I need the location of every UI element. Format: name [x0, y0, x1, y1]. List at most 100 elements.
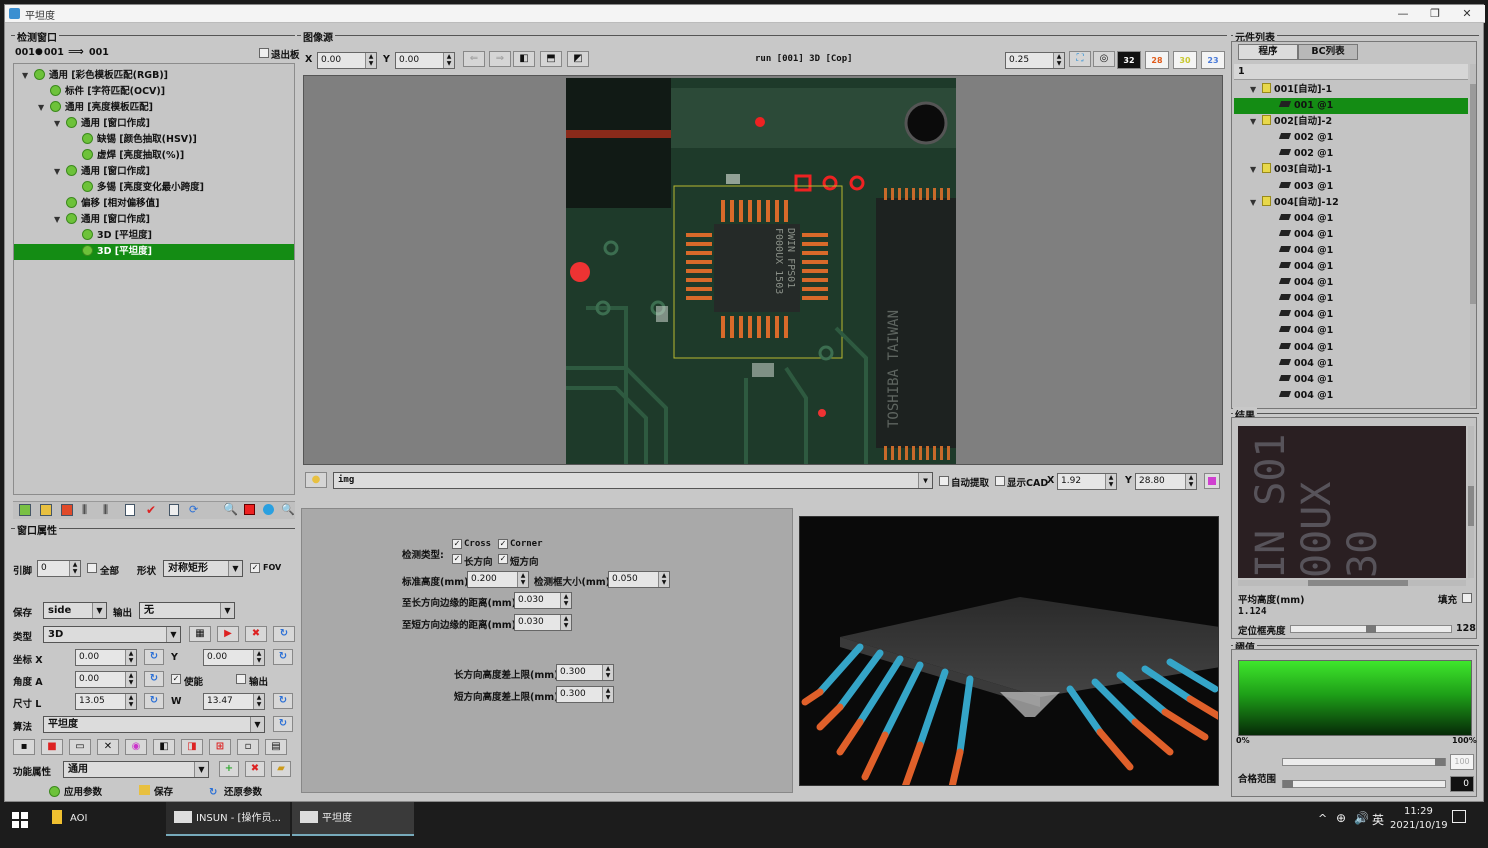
chevron-up-icon[interactable]: ^	[1318, 812, 1327, 825]
tree-item[interactable]: 偏移 [相对偏移值]	[14, 196, 294, 212]
expand-icon[interactable]: ▼	[22, 68, 34, 84]
comp-list-scrollbar[interactable]	[1470, 64, 1476, 406]
close-icon[interactable]: ✕	[1451, 5, 1483, 23]
bulb-icon[interactable]: ●	[305, 472, 327, 488]
refresh-icon[interactable]: ⟳	[189, 503, 198, 516]
func-select[interactable]: 通用 ▼	[63, 761, 209, 778]
layout-top-icon[interactable]: ⬒	[540, 51, 562, 67]
expand-icon[interactable]: ▼	[54, 164, 66, 180]
comp-row[interactable]: 004 @1	[1234, 227, 1468, 243]
cancel-button[interactable]: ✖	[245, 626, 267, 642]
tree-item[interactable]: ▼ 通用 [窗口作成]	[14, 212, 294, 228]
enable-checkbox[interactable]: ✓	[171, 674, 181, 684]
locate-slider[interactable]	[1290, 625, 1452, 633]
fill-checkbox[interactable]	[1462, 593, 1472, 603]
std-height-spinbox[interactable]: 0.200 ▲ ▼	[467, 571, 529, 588]
auto-extract-checkbox[interactable]	[939, 476, 949, 486]
tree-item[interactable]: 缺锡 [颜色抽取(HSV)]	[14, 132, 294, 148]
layout-left-icon[interactable]: ◧	[513, 51, 535, 67]
align-icon[interactable]: ⫼	[82, 503, 87, 517]
exit-board-checkbox[interactable]	[259, 48, 269, 58]
folder-func-button[interactable]: ▰	[271, 761, 291, 777]
add-window-icon[interactable]	[19, 504, 31, 516]
color-tool-icon[interactable]: ◉	[125, 739, 147, 755]
comp-row[interactable]: 004 @1	[1234, 372, 1468, 388]
expand-icon[interactable]: ▼	[54, 116, 66, 132]
algo-select[interactable]: 平坦度 ▼	[43, 716, 265, 733]
box-size-spinbox[interactable]: 0.050 ▲ ▼	[608, 571, 670, 588]
layer-tab[interactable]: 28	[1145, 51, 1169, 69]
restore-params-button[interactable]: ↻ 还原参数	[209, 784, 262, 798]
expand-icon[interactable]: ▼	[1250, 195, 1262, 211]
taskbar-item-aoi[interactable]: AOI	[44, 802, 162, 836]
record-tool-icon[interactable]: ■	[41, 739, 63, 755]
apply-params-button[interactable]: 应用参数	[49, 784, 102, 798]
short-limit-spinbox[interactable]: 0.300 ▲ ▼	[556, 686, 614, 703]
zoom-icon[interactable]: 🔍	[223, 502, 238, 516]
grid-tool-icon[interactable]: ▤	[265, 739, 287, 755]
expand-icon[interactable]: ▼	[1250, 114, 1262, 130]
tree-item[interactable]: ▼ 通用 [彩色模板匹配(RGB)]	[14, 68, 294, 84]
restore-icon[interactable]: ❐	[1419, 5, 1451, 23]
size-l-reset-button[interactable]: ↻	[144, 693, 164, 709]
taskbar-item-insun[interactable]: INSUN - [操作员...	[166, 802, 290, 836]
bw-tool-icon[interactable]: ◧	[153, 739, 175, 755]
comp-group-row[interactable]: ▼ 002[自动]-2	[1234, 114, 1468, 130]
target-icon[interactable]: ◎	[1093, 51, 1115, 67]
x-spinbox[interactable]: 0.00 ▲ ▼	[317, 52, 377, 69]
tree-item[interactable]: ▼ 通用 [窗口作成]	[14, 164, 294, 180]
network-icon[interactable]: ⊕	[1336, 811, 1346, 825]
result-vscroll[interactable]	[1468, 426, 1474, 578]
clipboard-icon[interactable]	[169, 504, 179, 516]
cross-checkbox[interactable]: ✓	[452, 539, 462, 549]
upper-slider[interactable]	[1282, 758, 1446, 766]
angle-spinbox[interactable]: 0.00 ▲ ▼	[75, 671, 137, 688]
save-params-button[interactable]: 保存	[139, 784, 173, 798]
layer-tab[interactable]: 30	[1173, 51, 1197, 69]
pass-slider[interactable]	[1282, 780, 1446, 788]
check-icon[interactable]: ✔	[146, 503, 156, 517]
tree-item[interactable]: 标件 [字符匹配(OCV)]	[14, 84, 294, 100]
remove-func-button[interactable]: ✖	[245, 761, 265, 777]
copy-icon[interactable]	[40, 504, 52, 516]
size-w-reset-button[interactable]: ↻	[273, 693, 293, 709]
layer-tab[interactable]: 23	[1201, 51, 1225, 69]
notification-icon[interactable]	[1452, 810, 1466, 823]
arrow-right-icon[interactable]: ⇒	[489, 51, 511, 67]
angle-reset-button[interactable]: ↻	[144, 671, 164, 687]
ime-indicator[interactable]: 英	[1372, 811, 1384, 828]
rect-tool-icon[interactable]: ▭	[69, 739, 91, 755]
short-edge-spinbox[interactable]: 0.030 ▲ ▼	[514, 614, 572, 631]
grid-button[interactable]: ▦	[189, 626, 211, 642]
comp-row[interactable]: 003 @1	[1234, 179, 1468, 195]
tab-bc-list[interactable]: BC列表	[1298, 44, 1358, 60]
coord-y-reset-button[interactable]: ↻	[273, 649, 293, 665]
volume-icon[interactable]: 🔊	[1354, 811, 1369, 825]
mirror-tool-icon[interactable]: ✕	[97, 739, 119, 755]
tree-item[interactable]: 3D [平坦度]	[14, 228, 294, 244]
output2-checkbox[interactable]	[236, 674, 246, 684]
comp-row[interactable]: 004 @1	[1234, 211, 1468, 227]
tree-item[interactable]: 多锡 [亮度变化最小跨度]	[14, 180, 294, 196]
comp-row[interactable]: 004 @1	[1234, 275, 1468, 291]
page-icon[interactable]	[125, 504, 135, 516]
comp-row[interactable]: 004 @1	[1234, 340, 1468, 356]
layout-corner-icon[interactable]: ◩	[567, 51, 589, 67]
expand-icon[interactable]: ▼	[1250, 82, 1262, 98]
comp-row[interactable]: 004 @1	[1234, 388, 1468, 404]
white-tool-icon[interactable]: ▫	[237, 739, 259, 755]
comp-row[interactable]: 004 @1	[1234, 323, 1468, 339]
split-tool-icon[interactable]: ◨	[181, 739, 203, 755]
upper-value-box[interactable]: 100	[1450, 754, 1474, 770]
output-select[interactable]: 无 ▼	[139, 602, 235, 619]
long-dir-checkbox[interactable]: ✓	[452, 554, 462, 564]
comp-group-row[interactable]: ▼ 003[自动]-1	[1234, 162, 1468, 178]
coord-x-reset-button[interactable]: ↻	[144, 649, 164, 665]
delete-icon[interactable]	[61, 504, 73, 516]
pin-spinbox[interactable]: 0 ▲ ▼	[37, 560, 81, 577]
layer-tab[interactable]: 32	[1117, 51, 1141, 69]
pass-value-box[interactable]: 0	[1450, 776, 1474, 792]
slider-handle[interactable]	[1283, 780, 1293, 788]
slider-handle[interactable]	[1435, 758, 1445, 766]
comp-row[interactable]: 004 @1	[1234, 259, 1468, 275]
